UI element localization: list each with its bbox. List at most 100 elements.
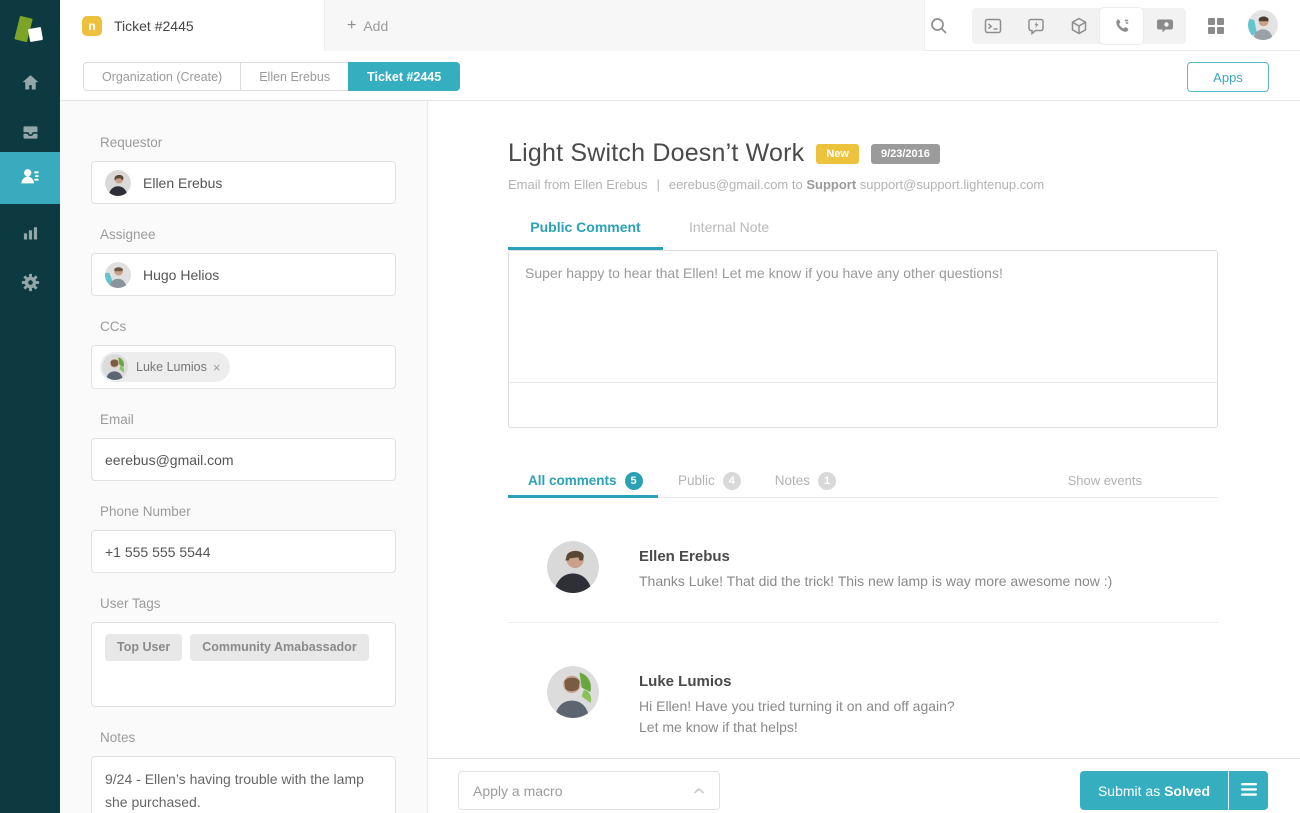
apply-macro-select[interactable]: Apply a macro (458, 771, 720, 810)
top-bar: n Ticket #2445 + Add (60, 0, 1300, 51)
all-comments-count: 5 (625, 472, 643, 490)
comment-author: Luke Lumios (639, 673, 955, 690)
search-icon[interactable] (926, 13, 952, 39)
nav-rail (0, 0, 60, 813)
chat-icon[interactable] (1143, 8, 1186, 44)
tab-internal-note-label: Internal Note (689, 219, 769, 235)
notes-count: 1 (818, 472, 836, 490)
email-field[interactable]: eerebus@gmail.com (91, 438, 396, 481)
requestor-field[interactable]: Ellen Erebus (91, 161, 396, 204)
sidebar-item-views[interactable] (0, 115, 60, 155)
macro-placeholder: Apply a macro (473, 783, 562, 799)
ccs-label: CCs (100, 319, 396, 334)
sidebar-item-settings[interactable] (0, 265, 60, 305)
tab-ticket-2445[interactable]: n Ticket #2445 (60, 0, 325, 51)
sidebar-item-customers[interactable] (0, 152, 60, 204)
tab-notes[interactable]: Notes 1 (775, 472, 836, 490)
submit-prefix: Submit as (1098, 783, 1164, 799)
ticket-meta: Email from Ellen Erebus|eerebus@gmail.co… (508, 177, 1218, 192)
user-avatar[interactable] (1248, 10, 1278, 40)
phone-field[interactable]: +1 555 555 5544 (91, 530, 396, 573)
comment-editor-text[interactable]: Super happy to hear that Ellen! Let me k… (509, 251, 1217, 295)
apps-button[interactable]: Apps (1187, 62, 1269, 92)
tab-all-comments[interactable]: All comments 5 (508, 464, 658, 497)
breadcrumb-ticket[interactable]: Ticket #2445 (348, 62, 460, 91)
channel-toolbar (972, 8, 1186, 44)
tab-notes-label: Notes (775, 473, 810, 488)
cc-chip: Luke Lumios × (100, 352, 230, 382)
ticket-properties-panel: Requestor Ellen Erebus Assignee Hugo Hel… (60, 101, 428, 813)
assignee-avatar (105, 262, 131, 288)
comment-editor[interactable]: Super happy to hear that Ellen! Let me k… (508, 250, 1218, 428)
email-label: Email (100, 412, 396, 427)
footer-action-bar: Apply a macro Submit as Solved (428, 758, 1300, 813)
comment-author: Ellen Erebus (639, 548, 1112, 565)
reports-icon (20, 222, 41, 248)
breadcrumb-requester[interactable]: Ellen Erebus (240, 62, 349, 91)
user-tags-field[interactable]: Top User Community Amabassador (91, 622, 396, 707)
submit-options-button[interactable] (1228, 771, 1268, 810)
ticket-app: n Ticket #2445 + Add (0, 0, 1300, 813)
user-tag[interactable]: Top User (105, 634, 182, 661)
apps-grid-icon[interactable] (1206, 16, 1228, 38)
user-tags-label: User Tags (100, 596, 396, 611)
lightning-chat-icon[interactable] (1015, 8, 1058, 44)
notes-label: Notes (100, 730, 396, 745)
phone-label: Phone Number (100, 504, 396, 519)
requestor-value: Ellen Erebus (143, 175, 222, 191)
comment-item: Ellen Erebus Thanks Luke! That did the t… (508, 498, 1218, 622)
commenter-avatar (547, 666, 599, 718)
submit-button-group: Submit as Solved (1080, 771, 1268, 810)
customers-icon (19, 165, 41, 192)
cc-avatar (102, 354, 128, 380)
tab-public[interactable]: Public 4 (678, 472, 741, 490)
editor-tabs: Public Comment Internal Note (508, 219, 1218, 250)
phone-icon[interactable] (1100, 8, 1143, 44)
submit-status: Solved (1164, 783, 1210, 799)
tab-public-comment[interactable]: Public Comment (508, 219, 663, 250)
hamburger-icon (1241, 783, 1257, 799)
date-badge: 9/23/2016 (871, 144, 940, 164)
remove-cc-icon[interactable]: × (213, 360, 221, 375)
user-tag[interactable]: Community Amabassador (190, 634, 368, 661)
tab-public-comment-label: Public Comment (530, 219, 640, 235)
ccs-field[interactable]: Luke Lumios × (91, 345, 396, 389)
requestor-avatar (105, 170, 131, 196)
public-count: 4 (723, 472, 741, 490)
commenter-avatar (547, 541, 599, 593)
notes-field[interactable]: 9/24 - Ellen’s having trouble with the l… (91, 756, 396, 813)
breadcrumb: Organization (Create) Ellen Erebus Ticke… (83, 62, 460, 91)
ticket-title: Light Switch Doesn’t Work (508, 139, 804, 168)
assignee-label: Assignee (100, 227, 396, 242)
home-icon (20, 72, 41, 98)
box-icon[interactable] (1058, 8, 1101, 44)
sidebar-item-reports[interactable] (0, 215, 60, 255)
notes-value: 9/24 - Ellen’s having trouble with the l… (105, 768, 382, 813)
ticket-main: Light Switch Doesn’t Work New 9/23/2016 … (428, 101, 1300, 758)
views-icon (20, 122, 41, 148)
comment-text: Thanks Luke! That did the trick! This ne… (639, 571, 1112, 592)
submit-as-solved-button[interactable]: Submit as Solved (1080, 771, 1228, 810)
console-icon[interactable] (972, 8, 1015, 44)
tab-internal-note[interactable]: Internal Note (689, 219, 769, 250)
chevron-up-icon (693, 782, 705, 800)
phone-value: +1 555 555 5544 (105, 544, 211, 560)
conversation-tabs: All comments 5 Public 4 Notes 1 Show eve… (508, 464, 1218, 498)
email-value: eerebus@gmail.com (105, 452, 234, 468)
show-events-toggle[interactable]: Show events (1068, 473, 1142, 488)
ticket-subheader: Organization (Create) Ellen Erebus Ticke… (60, 52, 1300, 101)
add-tab-button[interactable]: + Add (325, 0, 925, 51)
brand-logo (0, 8, 60, 54)
sidebar-item-home[interactable] (0, 65, 60, 105)
comment-text: Hi Ellen! Have you tried turning it on a… (639, 696, 955, 717)
tab-public-label: Public (678, 473, 715, 488)
ticket-channel-icon: n (82, 16, 102, 36)
assignee-field[interactable]: Hugo Helios (91, 253, 396, 296)
editor-divider (509, 382, 1217, 383)
plus-icon: + (347, 17, 356, 35)
comment-item: Luke Lumios Hi Ellen! Have you tried tur… (508, 623, 1218, 758)
meta-from: Email from Ellen Erebus (508, 177, 647, 192)
comment-text: Let me know if that helps! (639, 717, 955, 738)
meta-support: Support (806, 177, 856, 192)
breadcrumb-organization[interactable]: Organization (Create) (83, 62, 241, 91)
